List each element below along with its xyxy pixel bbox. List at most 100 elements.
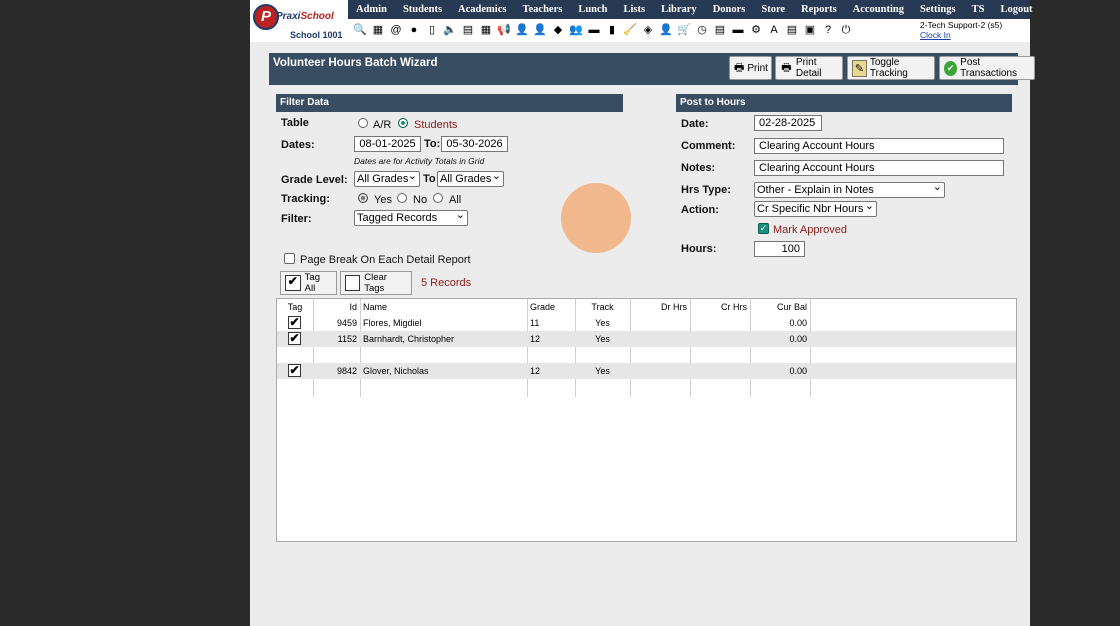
cell-name	[360, 379, 527, 395]
at-icon[interactable]: @	[388, 22, 404, 38]
menu-accounting[interactable]: Accounting	[845, 0, 912, 19]
menu-teachers[interactable]: Teachers	[514, 0, 570, 19]
table-row[interactable]: ✔ 1152 Barnhardt, Christopher 12 Yes 0.00	[277, 331, 1016, 347]
date-to-input[interactable]: 05-30-2026	[441, 136, 508, 152]
table-row[interactable]	[277, 379, 1016, 395]
mark-approved-label: Mark Approved	[773, 224, 847, 236]
calculator-icon[interactable]: ▦	[370, 22, 386, 38]
users-icon[interactable]: 👥	[568, 22, 584, 38]
table-row[interactable]: ✔ 9459 Flores, Migdiel 11 Yes 0.00	[277, 315, 1016, 331]
menu-academics[interactable]: Academics	[450, 0, 514, 19]
column-header-tag[interactable]: Tag	[277, 299, 313, 315]
menu-donors[interactable]: Donors	[705, 0, 754, 19]
tag-icon[interactable]: ◆	[550, 22, 566, 38]
tag-all-button[interactable]: ✔ Tag All	[280, 271, 337, 295]
tag-checkbox[interactable]: ✔	[288, 316, 301, 329]
cell-name: Glover, Nicholas	[363, 366, 429, 376]
power-icon[interactable]: ⏻	[838, 22, 854, 38]
tracking-all-radio[interactable]	[433, 193, 443, 203]
settings-icon[interactable]: ⚙	[748, 22, 764, 38]
speaker-icon[interactable]: 🔈	[442, 22, 458, 38]
praxischool-logo[interactable]: P PraxiSchool School 1001	[252, 3, 344, 41]
menu-settings[interactable]: Settings	[912, 0, 964, 19]
column-header-dr-hrs[interactable]: Dr Hrs	[630, 299, 690, 315]
hours-label: Hours:	[681, 243, 717, 255]
tracking-yes-radio[interactable]	[358, 193, 368, 203]
column-header-cur-bal[interactable]: Cur Bal	[750, 299, 810, 315]
menu-store[interactable]: Store	[753, 0, 793, 19]
menu-lunch[interactable]: Lunch	[570, 0, 615, 19]
print-button[interactable]: 🖶 Print	[729, 56, 772, 80]
page-break-checkbox[interactable]	[284, 253, 295, 264]
teacher-icon[interactable]: 👤	[532, 22, 548, 38]
filter-select[interactable]: Tagged Records	[354, 208, 468, 226]
report-icon[interactable]: ▤	[712, 22, 728, 38]
clock-icon[interactable]: ◷	[694, 22, 710, 38]
cell-grade: 12	[530, 366, 541, 376]
date-to-label: To:	[424, 138, 441, 150]
action-select[interactable]: Cr Specific Nbr Hours	[754, 199, 877, 217]
column-header-track[interactable]: Track	[575, 299, 630, 315]
money-icon[interactable]: ▬	[730, 22, 746, 38]
tracking-no-radio[interactable]	[397, 193, 407, 203]
tag-checkbox[interactable]: ✔	[288, 332, 301, 345]
book-icon[interactable]: ▮	[604, 22, 620, 38]
column-header-name[interactable]: Name	[360, 299, 527, 315]
help-icon[interactable]: ?	[820, 22, 836, 38]
cell-dr	[630, 331, 690, 347]
megaphone-icon[interactable]: 📢	[496, 22, 512, 38]
mark-approved-checkbox[interactable]: ✓	[758, 223, 769, 234]
grade-to-select[interactable]: All Grades	[437, 169, 504, 187]
comment-input[interactable]: Clearing Account Hours	[754, 138, 1004, 154]
lunch-icon[interactable]: ▬	[586, 22, 602, 38]
gift-icon[interactable]: ◈	[640, 22, 656, 38]
search-icon[interactable]: 🔍	[352, 22, 368, 38]
menu-reports[interactable]: Reports	[793, 0, 845, 19]
broom-icon[interactable]: 🧹	[622, 22, 638, 38]
menu-logout[interactable]: Logout	[992, 0, 1040, 19]
person-icon[interactable]: 👤	[514, 22, 530, 38]
print-icon[interactable]: ▣	[802, 22, 818, 38]
column-header-grade[interactable]: Grade	[527, 299, 575, 315]
grade-from-select[interactable]: All Grades	[354, 169, 420, 187]
page-title: Volunteer Hours Batch Wizard	[273, 57, 438, 69]
menu-ts[interactable]: TS	[964, 0, 993, 19]
table-students-radio[interactable]	[398, 118, 408, 128]
menu-admin[interactable]: Admin	[348, 0, 395, 19]
form-icon[interactable]: ▤	[460, 22, 476, 38]
toggle-tracking-button[interactable]: ✎ Toggle Tracking	[847, 56, 935, 80]
pdf-icon[interactable]: ▤	[784, 22, 800, 38]
column-header-id[interactable]: Id	[313, 299, 360, 315]
clock-in-link[interactable]: Clock In	[920, 30, 1002, 40]
post-date-input[interactable]: 02-28-2025	[754, 115, 822, 131]
table-ar-radio[interactable]	[358, 118, 368, 128]
column-header-cr-hrs[interactable]: Cr Hrs	[690, 299, 750, 315]
notes-label: Notes:	[681, 162, 716, 174]
table-students-label: Students	[414, 119, 458, 131]
post-transactions-button[interactable]: ✔ Post Transactions	[939, 56, 1035, 80]
phone-icon[interactable]: ▯	[424, 22, 440, 38]
menu-students[interactable]: Students	[395, 0, 450, 19]
menu-lists[interactable]: Lists	[616, 0, 654, 19]
wizard-header: Volunteer Hours Batch Wizard 🖶 Print 🖶 Pri…	[269, 53, 1035, 85]
date-from-input[interactable]: 08-01-2025	[354, 136, 421, 152]
table-row[interactable]	[277, 347, 1016, 363]
tag-checkbox[interactable]: ✔	[288, 364, 301, 377]
hrs-type-select[interactable]: Other - Explain in Notes	[754, 180, 945, 198]
chat-icon[interactable]: ●	[406, 22, 422, 38]
user-name: 2-Tech Support-2 (s5)	[920, 20, 1003, 30]
calendar-icon[interactable]: ▦	[478, 22, 494, 38]
menu-library[interactable]: Library	[653, 0, 705, 19]
print-detail-button[interactable]: 🖶 Print Detail	[775, 56, 843, 80]
cell-id	[313, 347, 360, 363]
clear-tags-button[interactable]: Clear Tags	[340, 271, 412, 295]
staff-icon[interactable]: 👤	[658, 22, 674, 38]
notes-input[interactable]: Clearing Account Hours	[754, 160, 1004, 176]
cell-id: 1152	[337, 334, 357, 344]
school-name: School 1001	[290, 30, 343, 40]
grade-level-label: Grade Level:	[281, 174, 348, 186]
ap-icon[interactable]: A	[766, 22, 782, 38]
table-row[interactable]: ✔ 9842 Glover, Nicholas 12 Yes 0.00	[277, 363, 1016, 379]
hours-input[interactable]: 100	[754, 241, 805, 257]
cart-icon[interactable]: 🛒	[676, 22, 692, 38]
